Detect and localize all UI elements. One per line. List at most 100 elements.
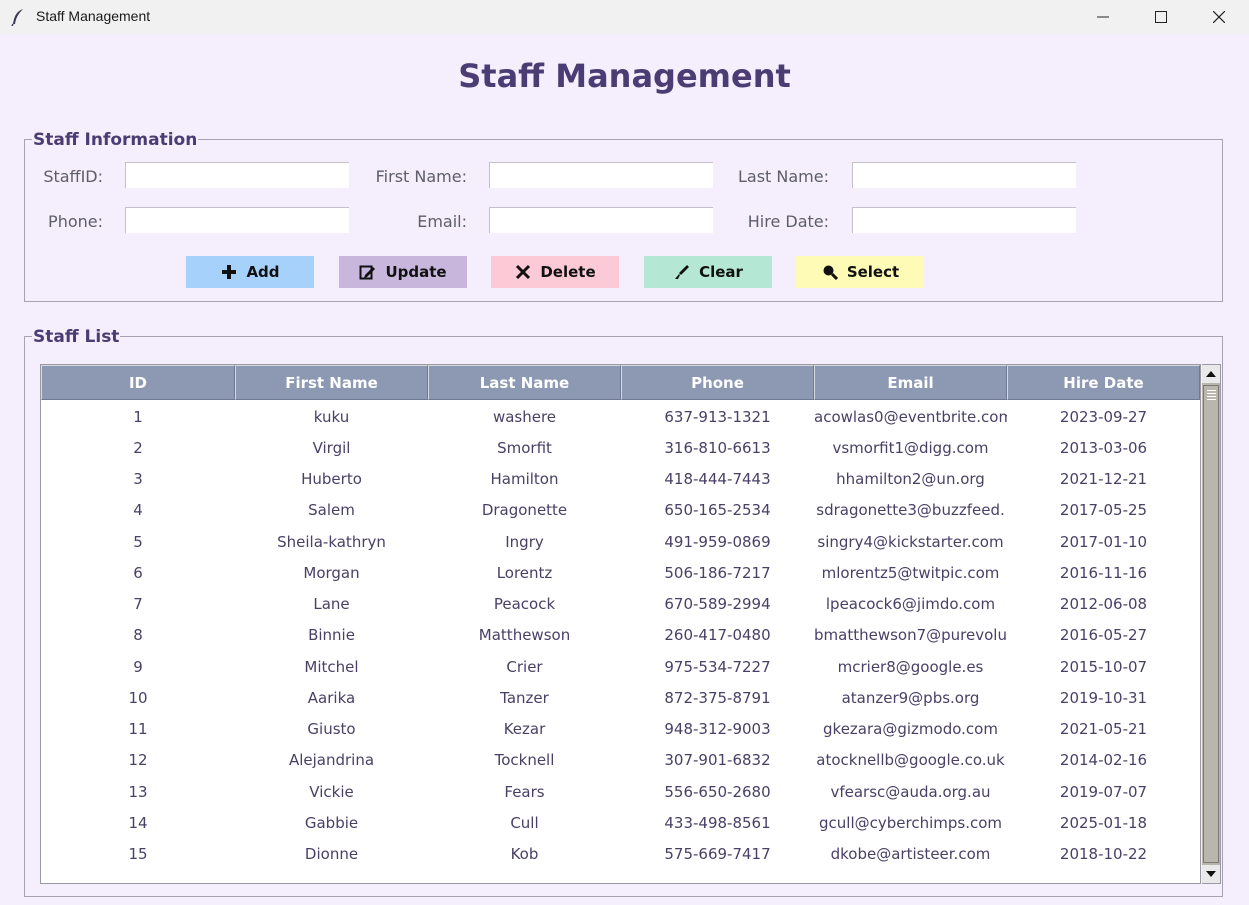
table-row[interactable]: 6 Morgan Lorentz 506-186-7217 mlorentz5@twit… [41,557,1200,588]
table-header: ID First Name Last Name Phone Email Hire Date [41,365,1200,400]
table-cell: 1 [133,407,143,426]
column-header[interactable]: Phone [621,365,814,400]
brush-icon [673,263,691,281]
maximize-icon [1155,11,1167,23]
scrollbar-track[interactable] [1202,383,1220,865]
table-cell: dkobe@artisteer.com [830,845,991,864]
table-cell: 575-669-7417 [664,845,771,864]
edit-icon [359,263,377,281]
table-cell: bmatthewson7@purevolu [814,626,1007,645]
column-header[interactable]: ID [41,365,235,400]
table-row[interactable]: 14 Gabbie Cull 433-498-8561 gcull@cyberchimp… [41,807,1200,838]
last-name-input[interactable] [852,162,1076,188]
vertical-scrollbar[interactable] [1202,364,1221,884]
table-cell: Vickie [309,782,354,801]
staffid-input[interactable] [125,162,349,188]
table-cell: 10 [128,688,148,707]
table-cell: Lorentz [496,563,553,582]
plus-icon [220,263,238,281]
table-cell: 2012-06-08 [1059,595,1148,614]
table-row[interactable]: 15 Dionne Kob 575-669-7417 dkobe@artisteer.c… [41,839,1200,870]
window-title: Staff Management [36,8,151,24]
close-icon [1213,11,1225,23]
table-row[interactable]: 11 Giusto Kezar 948-312-9003 gkezara@gizmodo… [41,714,1200,745]
hire-date-input[interactable] [852,207,1076,233]
table-row[interactable]: 9 Mitchel Crier 975-534-7227 mcrier8@google.… [41,651,1200,682]
table-cell: 975-534-7227 [664,657,771,676]
table-cell: Sheila-kathryn [277,532,386,551]
table-cell: 2013-03-06 [1059,438,1148,457]
table-row[interactable]: 7 Lane Peacock 670-589-2994 lpeacock6@jimdo.… [41,589,1200,620]
table-cell: atanzer9@pbs.org [841,688,980,707]
table-cell: 2016-11-16 [1059,563,1148,582]
table-body[interactable]: 1 kuku washere 637-913-1321 acowlas0@eventbr… [41,401,1200,870]
table-cell: 872-375-8791 [664,688,771,707]
table-row[interactable]: 13 Vickie Fears 556-650-2680 vfearsc@auda.or… [41,776,1200,807]
phone-input[interactable] [125,207,349,233]
table-cell: 670-589-2994 [664,595,771,614]
table-cell: 260-417-0480 [664,626,771,645]
table-cell: 2014-02-16 [1059,751,1148,770]
column-header[interactable]: Email [814,365,1007,400]
close-button[interactable] [1190,0,1248,34]
table-row[interactable]: 10 Aarika Tanzer 872-375-8791 atanzer9@pbs.o… [41,682,1200,713]
table-cell: 2019-07-07 [1059,782,1148,801]
table-cell: Smorfit [497,438,552,457]
staff-list-legend: Staff List [32,327,121,347]
table-cell: Fears [504,782,545,801]
table-cell: 316-810-6613 [664,438,771,457]
table-cell: 2 [133,438,143,457]
table-cell: Ingry [505,532,544,551]
table-row[interactable]: 1 kuku washere 637-913-1321 acowlas0@eventbr… [41,401,1200,432]
table-cell: Gabbie [304,813,359,832]
scrollbar-thumb[interactable] [1203,385,1219,863]
staff-table[interactable]: ID First Name Last Name Phone Email Hire Date… [40,364,1201,884]
select-button-label: Select [846,263,900,281]
table-cell: Binnie [308,626,355,645]
table-cell: atocknellb@google.co.uk [816,751,1005,770]
email-input[interactable] [489,207,713,233]
table-cell: Mitchel [304,657,359,676]
table-cell: 307-901-6832 [664,751,771,770]
table-cell: 15 [128,845,148,864]
table-cell: 7 [133,595,143,614]
scroll-up-button[interactable] [1202,365,1220,383]
last-name-label: Last Name: [737,167,829,186]
table-cell: 13 [128,782,148,801]
table-row[interactable]: 2 Virgil Smorfit 316-810-6613 vsmorfit1@digg… [41,432,1200,463]
table-cell: sdragonette3@buzzfeed. [816,501,1005,520]
table-cell: Kob [510,845,539,864]
column-header[interactable]: Last Name [428,365,621,400]
delete-button[interactable]: Delete [491,256,619,288]
table-cell: 11 [128,720,148,739]
column-header[interactable]: Hire Date [1007,365,1200,400]
table-cell: Hamilton [490,470,559,489]
table-cell: 433-498-8561 [664,813,771,832]
table-row[interactable]: 4 Salem Dragonette 650-165-2534 sdragonette3… [41,495,1200,526]
search-icon [821,263,839,281]
first-name-input[interactable] [489,162,713,188]
clear-button[interactable]: Clear [644,256,772,288]
minimize-button[interactable] [1074,0,1132,34]
maximize-button[interactable] [1132,0,1190,34]
table-row[interactable]: 8 Binnie Matthewson 260-417-0480 bmatthewson… [41,620,1200,651]
update-button[interactable]: Update [339,256,467,288]
table-cell: 6 [133,563,143,582]
table-row[interactable]: 5 Sheila-kathryn Ingry 491-959-0869 singry4@… [41,526,1200,557]
table-row[interactable]: 12 Alejandrina Tocknell 307-901-6832 atockne… [41,745,1200,776]
table-cell: Morgan [303,563,360,582]
table-cell: 2021-05-21 [1059,720,1148,739]
update-button-label: Update [385,263,447,281]
add-button[interactable]: Add [186,256,314,288]
scroll-down-button[interactable] [1202,865,1220,883]
table-row[interactable]: 3 Huberto Hamilton 418-444-7443 hhamilton2@u… [41,464,1200,495]
table-cell: Tanzer [500,688,549,707]
column-header[interactable]: First Name [235,365,428,400]
table-cell: mcrier8@google.es [837,657,984,676]
table-cell: 2021-12-21 [1059,470,1148,489]
first-name-label: First Name: [375,167,467,186]
select-button[interactable]: Select [796,256,924,288]
table-cell: 4 [133,501,143,520]
staff-information-legend: Staff Information [32,130,199,150]
table-cell: 2017-01-10 [1059,532,1148,551]
